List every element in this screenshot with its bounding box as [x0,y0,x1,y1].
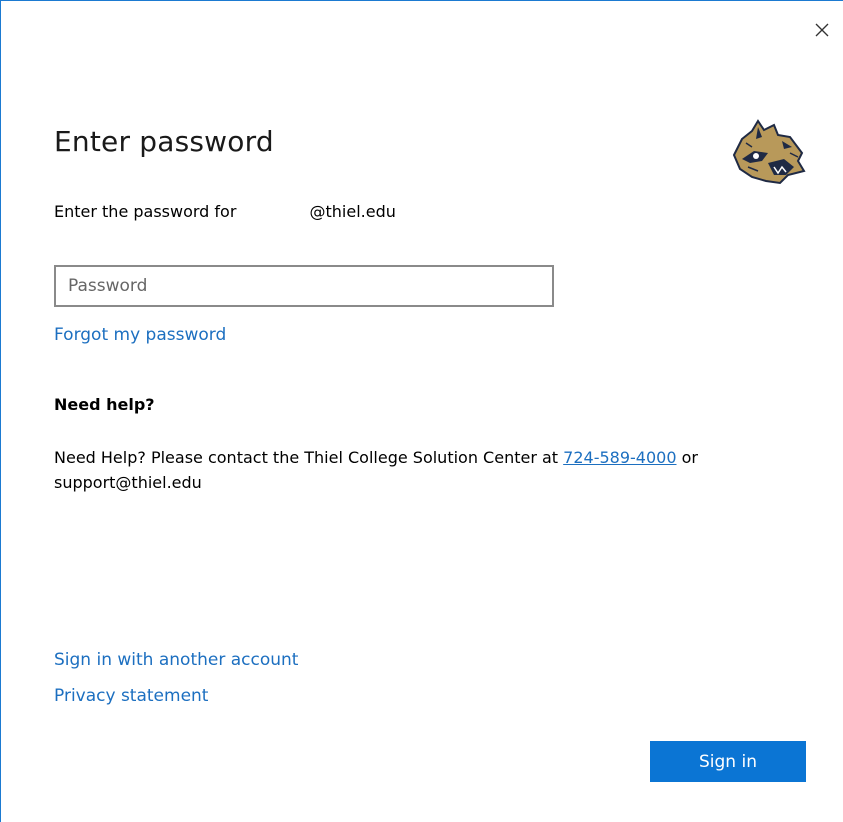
phone-link[interactable]: 724-589-4000 [563,448,676,467]
help-text-prefix: Need Help? Please contact the Thiel Coll… [54,448,564,467]
close-icon [815,23,829,37]
instruction-prefix: Enter the password for [54,202,237,221]
email-domain: @thiel.edu [309,202,396,221]
help-text: Need Help? Please contact the Thiel Coll… [54,445,754,495]
help-heading: Need help? [54,395,155,414]
page-title: Enter password [54,125,274,158]
sign-in-dialog: Enter password Enter the password for @t… [0,0,843,822]
sign-in-another-account-link[interactable]: Sign in with another account [54,650,298,670]
password-input[interactable] [54,265,554,307]
redacted-username [241,203,310,222]
password-instruction: Enter the password for @thiel.edu [54,202,396,222]
forgot-password-link[interactable]: Forgot my password [54,325,226,345]
bobcat-logo-icon [732,119,806,185]
privacy-statement-link[interactable]: Privacy statement [54,686,208,706]
sign-in-button[interactable]: Sign in [650,741,806,782]
close-button[interactable] [807,15,837,45]
